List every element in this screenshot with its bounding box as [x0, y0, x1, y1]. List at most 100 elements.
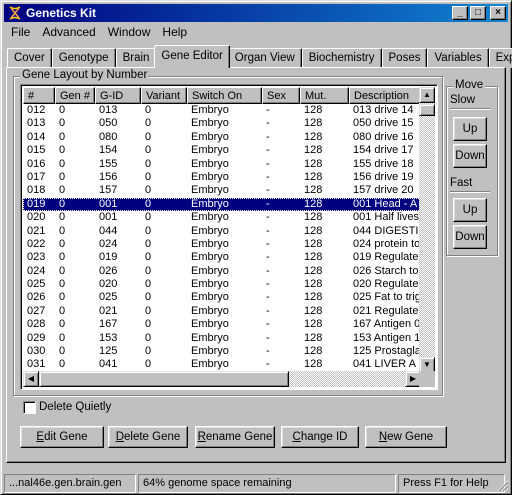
change-id-label: Change ID: [292, 431, 348, 443]
row-index: 026: [27, 291, 46, 304]
tab-genotype[interactable]: Genotype: [51, 48, 116, 68]
move-fast-up-button[interactable]: Up: [453, 198, 487, 222]
row-mut: 128: [304, 251, 323, 264]
menu-window[interactable]: Window: [102, 23, 157, 41]
gene-row[interactable]: 022 0 024 0 Embryo - 128 024 protein to: [23, 238, 423, 251]
row-gen: 0: [59, 224, 66, 237]
resize-grip-icon[interactable]: [497, 480, 509, 492]
gene-row[interactable]: 021 0 044 0 Embryo - 128 044 DIGESTI: [23, 225, 423, 238]
gene-row[interactable]: 015 0 154 0 Embryo - 128 154 drive 17: [23, 144, 423, 157]
change-id-button[interactable]: Change ID: [281, 426, 359, 448]
gene-row[interactable]: 027 0 021 0 Embryo - 128 021 Regulate: [23, 305, 423, 318]
tab-brain[interactable]: Brain: [115, 48, 157, 68]
gene-row[interactable]: 026 0 025 0 Embryo - 128 025 Fat to trig: [23, 291, 423, 304]
gene-row[interactable]: 020 0 001 0 Embryo - 128 001 Half lives: [23, 211, 423, 224]
row-index: 025: [27, 278, 46, 291]
col-sex[interactable]: Sex: [262, 87, 300, 104]
tab-organ-view[interactable]: Organ View: [227, 48, 302, 68]
gene-row[interactable]: 024 0 026 0 Embryo - 128 026 Starch to: [23, 265, 423, 278]
delete-gene-button[interactable]: Delete Gene: [108, 426, 188, 448]
row-index: 031: [27, 358, 46, 371]
tab-poses[interactable]: Poses: [381, 48, 428, 68]
row-description: 041 LIVER A: [353, 358, 416, 371]
gene-row[interactable]: 014 0 080 0 Embryo - 128 080 drive 16: [23, 131, 423, 144]
move-slow-up-button[interactable]: Up: [453, 117, 487, 141]
row-gid: 167: [99, 318, 118, 331]
row-index: 028: [27, 318, 46, 331]
row-variant: 0: [145, 291, 152, 304]
menu-file[interactable]: File: [5, 23, 36, 41]
col-switch-on[interactable]: Switch On: [187, 87, 262, 104]
new-gene-button[interactable]: New Gene: [365, 426, 447, 448]
gene-row[interactable]: 030 0 125 0 Embryo - 128 125 Prostagla: [23, 345, 423, 358]
row-description: 154 drive 17: [353, 144, 414, 157]
row-description: 013 drive 14: [353, 104, 414, 116]
menu-help[interactable]: Help: [156, 23, 193, 41]
gene-row[interactable]: 028 0 167 0 Embryo - 128 167 Antigen 0: [23, 318, 423, 331]
edit-gene-button[interactable]: Edit Gene: [20, 426, 104, 448]
horizontal-scroll-thumb[interactable]: [39, 371, 289, 387]
vertical-scrollbar[interactable]: ▲ ▼: [419, 87, 435, 373]
close-button[interactable]: ×: [490, 6, 506, 20]
row-gen: 0: [59, 237, 66, 250]
tab-gene-editor[interactable]: Gene Editor: [154, 45, 230, 68]
tab-export[interactable]: Export: [488, 48, 512, 68]
tab-variables[interactable]: Variables: [427, 48, 489, 68]
row-variant: 0: [145, 345, 152, 358]
vertical-scroll-thumb[interactable]: [419, 104, 435, 116]
maximize-button[interactable]: □: [470, 6, 486, 20]
move-fast-down-button[interactable]: Down: [453, 225, 487, 249]
gene-row[interactable]: 029 0 153 0 Embryo - 128 153 Antigen 1: [23, 332, 423, 345]
gene-row[interactable]: 025 0 020 0 Embryo - 128 020 Regulate: [23, 278, 423, 291]
row-index: 015: [27, 144, 46, 157]
gene-row[interactable]: 019 0 001 0 Embryo - 128 001 Head - A: [23, 197, 423, 212]
title-bar[interactable]: Genetics Kit _ □ ×: [4, 4, 508, 22]
row-variant: 0: [145, 224, 152, 237]
delete-gene-label: Delete Gene: [115, 431, 181, 443]
col-variant[interactable]: Variant: [141, 87, 187, 104]
row-switch-on: Embryo: [191, 264, 229, 277]
delete-quietly-checkbox[interactable]: [23, 401, 36, 414]
row-description: 156 drive 19: [353, 170, 414, 183]
tab-cover[interactable]: Cover: [7, 48, 52, 68]
rename-gene-button[interactable]: Rename Gene: [195, 426, 275, 448]
row-variant: 0: [145, 211, 152, 224]
gene-row[interactable]: 031 0 041 0 Embryo - 128 041 LIVER A: [23, 358, 423, 371]
delete-quietly-label[interactable]: Delete Quietly: [39, 401, 111, 413]
gene-row[interactable]: 017 0 156 0 Embryo - 128 156 drive 19: [23, 171, 423, 184]
gene-row[interactable]: 018 0 157 0 Embryo - 128 157 drive 20: [23, 184, 423, 197]
move-slow-down-button[interactable]: Down: [453, 144, 487, 168]
row-description: 021 Regulate: [353, 304, 419, 317]
row-description: 020 Regulate: [353, 278, 419, 291]
scroll-up-arrow-icon[interactable]: ▲: [419, 87, 435, 103]
row-gen: 0: [59, 130, 66, 143]
col-mut[interactable]: Mut.: [300, 87, 349, 104]
gene-row[interactable]: 012 0 013 0 Embryo - 128 013 drive 14: [23, 104, 423, 117]
row-switch-on: Embryo: [191, 345, 229, 358]
tab-biochemistry[interactable]: Biochemistry: [301, 48, 382, 68]
row-description: 026 Starch to: [353, 264, 419, 277]
col-gen[interactable]: Gen #: [55, 87, 95, 104]
row-mut: 128: [304, 358, 323, 371]
menu-advanced[interactable]: Advanced: [36, 23, 101, 41]
row-variant: 0: [145, 184, 152, 197]
row-index: 029: [27, 331, 46, 344]
gene-row[interactable]: 023 0 019 0 Embryo - 128 019 Regulate: [23, 251, 423, 264]
scroll-left-arrow-icon[interactable]: ◀: [23, 371, 39, 387]
row-gen: 0: [59, 211, 66, 224]
row-index: 027: [27, 304, 46, 317]
row-description: 001 Head - A: [353, 197, 418, 210]
horizontal-scrollbar[interactable]: ◀ ▶: [23, 371, 421, 387]
col-description[interactable]: Description: [349, 87, 423, 104]
row-sex: -: [266, 358, 270, 371]
minimize-button[interactable]: _: [452, 6, 468, 20]
col-gid[interactable]: G-ID: [95, 87, 141, 104]
fast-label: Fast: [450, 177, 473, 189]
move-label: Move: [453, 79, 486, 91]
gene-row[interactable]: 016 0 155 0 Embryo - 128 155 drive 18: [23, 158, 423, 171]
gene-row[interactable]: 013 0 050 0 Embryo - 128 050 drive 15: [23, 117, 423, 130]
row-gen: 0: [59, 197, 66, 210]
gene-list[interactable]: # Gen # G-ID Variant Switch On Sex Mut. …: [20, 84, 438, 390]
row-index: 022: [27, 237, 46, 250]
col-index[interactable]: #: [23, 87, 55, 104]
